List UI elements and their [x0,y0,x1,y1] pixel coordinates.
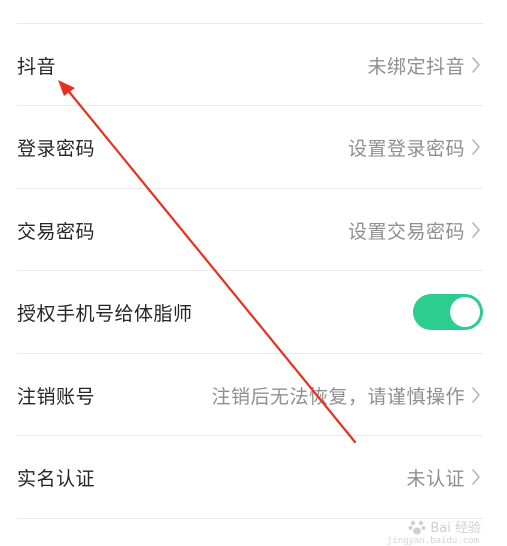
setting-value: 设置登录密码 [347,137,465,160]
setting-label: 抖音 [17,55,57,78]
setting-value: 未认证 [406,467,465,490]
setting-value-group: 未认证 [406,464,483,491]
authorize-phone-toggle[interactable] [413,294,483,330]
setting-row-cancel-account[interactable]: 注销账号 注销后无法恢复，请谨慎操作 [17,354,483,436]
setting-label: 交易密码 [17,220,96,243]
setting-label: 登录密码 [17,137,96,160]
setting-value-group: 未绑定抖音 [367,52,483,79]
chevron-right-icon [469,385,483,405]
setting-label: 实名认证 [17,467,96,490]
chevron-right-icon [469,467,483,487]
setting-row-login-password[interactable]: 登录密码 设置登录密码 [17,106,483,188]
setting-value: 未绑定抖音 [367,55,465,78]
setting-value: 注销后无法恢复，请谨慎操作 [211,385,465,408]
setting-label: 注销账号 [17,385,96,408]
watermark-brand: Bai 经验 [430,521,481,536]
setting-row-douyin[interactable]: 抖音 未绑定抖音 [17,24,483,106]
chevron-right-icon [469,220,483,240]
divider [17,518,483,519]
paw-icon [408,520,426,534]
setting-row-authorize-phone: 授权手机号给体脂师 [17,271,483,353]
setting-value: 设置交易密码 [347,220,465,243]
chevron-right-icon [469,137,483,157]
setting-label: 授权手机号给体脂师 [17,302,193,325]
setting-value-group: 设置登录密码 [348,134,483,161]
chevron-right-icon [469,55,483,75]
setting-value-group: 注销后无法恢复，请谨慎操作 [211,382,483,409]
setting-row-real-name[interactable]: 实名认证 未认证 [17,436,483,518]
watermark-url: jingyan.baidu.com [386,536,479,546]
setting-value-group: 设置交易密码 [348,217,483,244]
setting-row-trade-password[interactable]: 交易密码 设置交易密码 [17,189,483,271]
watermark: Bai 经验 [408,517,481,536]
toggle-knob [450,297,480,327]
